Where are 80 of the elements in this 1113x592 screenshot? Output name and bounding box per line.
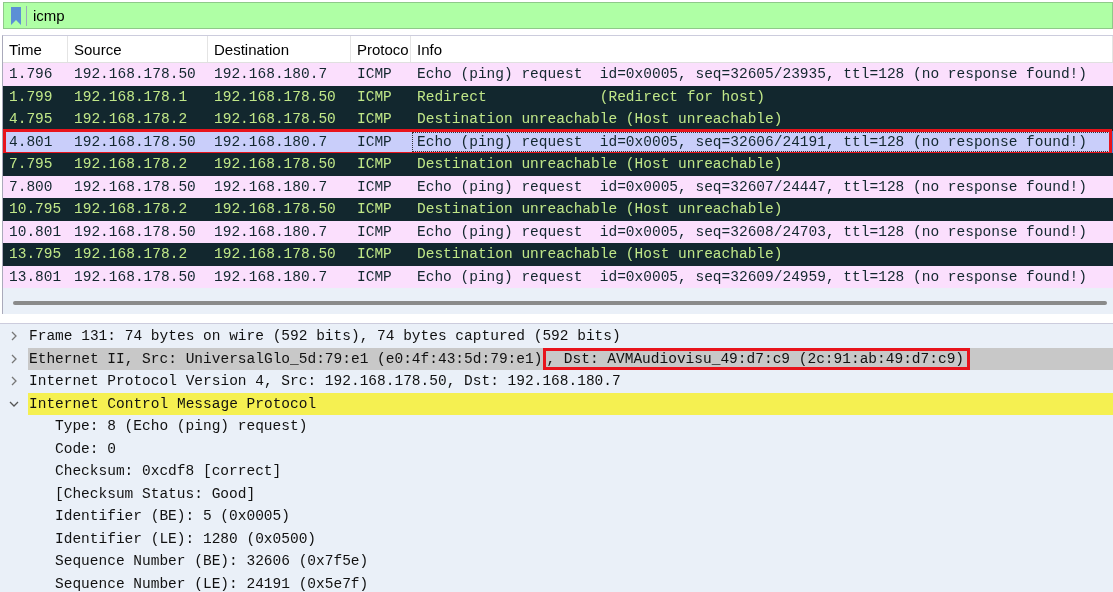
packet-row[interactable]: 10.801 192.168.178.50 192.168.180.7 ICMP Echo (ping) request id=0x0005, seq=32608/24703, ttl=128 (no response found!)	[3, 220, 1113, 243]
table-cell-text: 13.795	[8, 245, 63, 265]
column-header[interactable]: Time	[3, 36, 68, 62]
table-cell-text: Destination unreachable (Host unreachable)	[416, 245, 784, 265]
table-cell-text: ICMP	[356, 245, 393, 265]
table-cell-text: 192.168.178.50	[213, 87, 337, 107]
table-cell-text: ICMP	[356, 87, 393, 107]
table-cell-text: 192.168.178.50	[73, 177, 197, 197]
table-cell-text: 192.168.178.50	[73, 267, 197, 287]
packet-row[interactable]: 10.795 192.168.178.2 192.168.178.50 ICMP Destination unreachable (Host unreachable)	[3, 198, 1113, 221]
table-cell-text: ICMP	[356, 110, 393, 130]
table-cell-text: ICMP	[356, 155, 393, 175]
tree-row-text: Code: 0	[54, 439, 117, 459]
table-cell-text: 192.168.178.50	[213, 200, 337, 220]
table-cell-text: ICMP	[356, 200, 393, 220]
table-cell-text: ICMP	[356, 222, 393, 242]
table-cell-text: 192.168.178.2	[73, 245, 189, 265]
tree-row-text: Identifier (LE): 1280 (0x0500)	[54, 529, 318, 549]
table-cell-text: Echo (ping) request id=0x0005, seq=32608/24703, ttl=128 (no response found!)	[416, 222, 1088, 242]
table-cell-text: 7.800	[8, 177, 54, 197]
tree-row-text: [Checksum Status: Good]	[54, 484, 257, 504]
table-cell-text: 192.168.180.7	[213, 65, 329, 85]
table-cell-text: Echo (ping) request id=0x0005, seq=32605/23935, ttl=128 (no response found!)	[416, 65, 1088, 85]
packet-row[interactable]: 7.795 192.168.178.2 192.168.178.50 ICMP Destination unreachable (Host unreachable)	[3, 153, 1113, 176]
packet-row[interactable]: 1.799 192.168.178.1 192.168.178.50 ICMP Redirect (Redirect for host)	[3, 85, 1113, 108]
tree-row[interactable]: Frame 131: 74 bytes on wire (592 bits), 74 bytes captured (592 bits)	[28, 325, 1113, 348]
table-cell-text: 192.168.178.50	[213, 110, 337, 130]
display-filter-bar[interactable]: icmp	[3, 2, 1113, 29]
column-header[interactable]: Destination	[208, 36, 351, 62]
tree-row-text: Checksum: 0xcdf8 [correct]	[54, 462, 283, 482]
table-cell-text: 1.796	[8, 65, 54, 85]
table-cell-text: ICMP	[356, 267, 393, 287]
table-cell-text: 192.168.180.7	[213, 177, 329, 197]
table-cell-text: 192.168.180.7	[213, 267, 329, 287]
table-cell-text: 13.801	[8, 267, 63, 287]
table-cell-text: 192.168.180.7	[213, 132, 329, 152]
table-cell-text: 192.168.178.50	[213, 245, 337, 265]
column-header[interactable]: Protoco	[351, 36, 411, 62]
packet-row[interactable]: 1.796 192.168.178.50 192.168.180.7 ICMP Echo (ping) request id=0x0005, seq=32605/23935, ttl=128 (no response found!)	[3, 63, 1113, 86]
packet-row[interactable]: 7.800 192.168.178.50 192.168.180.7 ICMP Echo (ping) request id=0x0005, seq=32607/24447, ttl=128 (no response found!)	[3, 175, 1113, 198]
tree-row-text: Identifier (BE): 5 (0x0005)	[54, 507, 291, 527]
tree-row[interactable]: Internet Control Message Protocol	[28, 392, 1113, 415]
bookmark-icon[interactable]	[10, 5, 27, 26]
table-cell-text: 192.168.178.2	[73, 200, 189, 220]
table-cell-text: 192.168.178.50	[73, 132, 197, 152]
packet-row[interactable]: 4.801 192.168.178.50 192.168.180.7 ICMP Echo (ping) request id=0x0005, seq=32606/24191, ttl=128 (no response found!)	[3, 130, 1113, 153]
table-cell-text: Destination unreachable (Host unreachable)	[416, 155, 784, 175]
tree-row-text: Sequence Number (LE): 24191 (0x5e7f)	[54, 574, 370, 592]
tree-row[interactable]: Internet Protocol Version 4, Src: 192.168.178.50, Dst: 192.168.180.7	[28, 370, 1113, 393]
packet-row[interactable]: 13.801 192.168.178.50 192.168.180.7 ICMP Echo (ping) request id=0x0005, seq=32609/24959, ttl=128 (no response found!)	[3, 265, 1113, 288]
table-cell-text: ICMP	[356, 132, 393, 152]
table-cell-text: 4.795	[8, 110, 54, 130]
table-cell-text: Destination unreachable (Host unreachable)	[416, 200, 784, 220]
table-cell-text: 192.168.180.7	[213, 222, 329, 242]
tree-row[interactable]: Ethernet II, Src: UniversalGlo_5d:79:e1 (e0:4f:43:5d:79:e1) , Dst: AVMAudiovisu_49:d7:c9 (2c:91:ab:49:d7:c9)	[28, 347, 1113, 370]
table-cell-text: Echo (ping) request id=0x0005, seq=32609/24959, ttl=128 (no response found!)	[416, 267, 1088, 287]
display-filter-field[interactable]: icmp	[33, 4, 1112, 27]
table-cell-text: 10.795	[8, 200, 63, 220]
tree-row-text: Sequence Number (BE): 32606 (0x7f5e)	[54, 552, 370, 572]
table-cell-text: Destination unreachable (Host unreachable)	[416, 110, 784, 130]
table-cell-text: 4.801	[8, 132, 54, 152]
table-cell-text: 192.168.178.50	[213, 155, 337, 175]
table-cell-text: 192.168.178.2	[73, 110, 189, 130]
packet-row[interactable]: 4.795 192.168.178.2 192.168.178.50 ICMP Destination unreachable (Host unreachable)	[3, 108, 1113, 131]
tree-row-text: Type: 8 (Echo (ping) request)	[54, 417, 309, 437]
column-header[interactable]: Info	[411, 36, 1113, 62]
scrollbar-thumb[interactable]	[13, 301, 1107, 305]
packet-row[interactable]: 13.795 192.168.178.2 192.168.178.50 ICMP Destination unreachable (Host unreachable)	[3, 243, 1113, 266]
table-cell-text: 7.795	[8, 155, 54, 175]
table-cell-text: Redirect (Redirect for host)	[416, 87, 767, 107]
table-cell-text: Echo (ping) request id=0x0005, seq=32607/24447, ttl=128 (no response found!)	[416, 177, 1088, 197]
table-cell-text: 10.801	[8, 222, 63, 242]
table-cell-text: 1.799	[8, 87, 54, 107]
table-cell-text: ICMP	[356, 65, 393, 85]
column-header[interactable]: Source	[68, 36, 208, 62]
table-cell-text: 192.168.178.50	[73, 222, 197, 242]
table-cell-text: 192.168.178.1	[73, 87, 189, 107]
table-cell-text: 192.168.178.2	[73, 155, 189, 175]
table-cell-text: ICMP	[356, 177, 393, 197]
table-cell-text: 192.168.178.50	[73, 65, 197, 85]
